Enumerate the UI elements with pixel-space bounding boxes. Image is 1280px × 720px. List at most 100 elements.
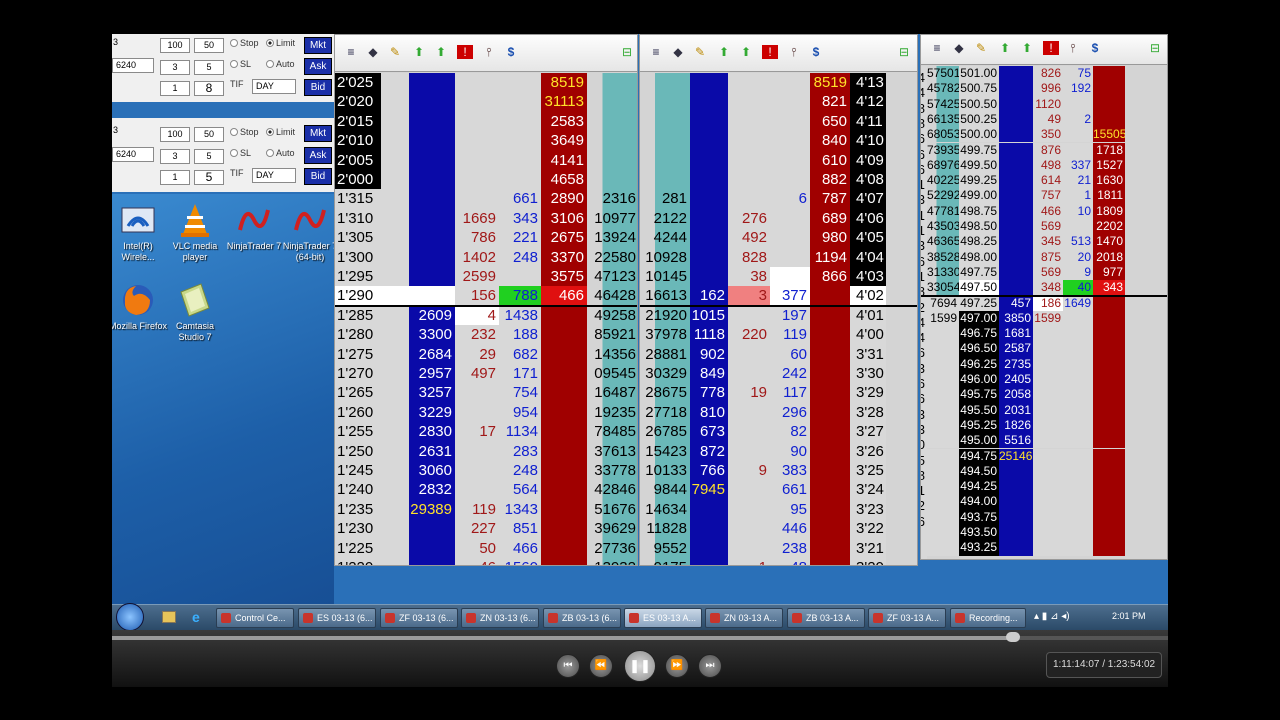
ask-size-cell[interactable]: [810, 519, 850, 539]
ask-size-cell[interactable]: [541, 499, 587, 520]
market-button[interactable]: Mkt: [304, 125, 332, 142]
sold-cell[interactable]: [455, 383, 499, 403]
bid-size-cell[interactable]: 766: [690, 461, 728, 481]
sold-cell[interactable]: 38: [728, 267, 770, 287]
sold-cell[interactable]: [1033, 341, 1063, 357]
taskbar-item[interactable]: Recording...: [950, 608, 1026, 628]
volume-cell[interactable]: 42846: [587, 480, 637, 500]
bid-size-cell[interactable]: [690, 189, 728, 209]
empty-cell[interactable]: [381, 247, 409, 267]
sold-cell[interactable]: [1033, 387, 1063, 403]
empty-cell[interactable]: [381, 286, 409, 306]
pen-icon[interactable]: ✎: [387, 45, 403, 59]
sold-cell[interactable]: [1033, 463, 1063, 480]
volume-cell[interactable]: 47123: [587, 267, 637, 287]
ask-size-cell[interactable]: [810, 364, 850, 384]
bought-cell[interactable]: 20: [1063, 249, 1093, 265]
sold-cell[interactable]: 348: [1033, 280, 1063, 296]
desktop-icon-firefox[interactable]: Mozilla Firefox: [112, 282, 168, 332]
ask-size-cell[interactable]: [1093, 387, 1125, 403]
sold-cell[interactable]: [1033, 372, 1063, 388]
bought-cell[interactable]: 1649: [1063, 295, 1093, 311]
quantity-field[interactable]: 8: [194, 81, 224, 96]
bid-size-cell[interactable]: [999, 479, 1033, 495]
ask-size-cell[interactable]: 787: [810, 189, 850, 209]
bid-size-cell[interactable]: [999, 81, 1033, 97]
empty-cell[interactable]: [381, 480, 409, 500]
bid-size-cell[interactable]: 2735: [999, 356, 1033, 372]
empty-cell[interactable]: [381, 92, 409, 112]
empty-cell[interactable]: [381, 461, 409, 481]
bought-cell[interactable]: 238: [770, 538, 810, 558]
ask-size-cell[interactable]: 1527: [1093, 157, 1125, 174]
bid-size-cell[interactable]: [409, 538, 455, 558]
bought-cell[interactable]: 117: [770, 383, 810, 403]
ask-size-cell[interactable]: 1811: [1093, 188, 1125, 204]
bought-cell[interactable]: [1063, 433, 1093, 449]
sold-cell[interactable]: [1033, 326, 1063, 342]
bought-cell[interactable]: 343: [499, 208, 541, 229]
bought-cell[interactable]: 248: [499, 461, 541, 481]
sold-cell[interactable]: [455, 111, 499, 132]
sold-cell[interactable]: 4: [455, 305, 499, 326]
sold-cell[interactable]: [728, 344, 770, 364]
sold-cell[interactable]: 119: [455, 499, 499, 520]
bought-cell[interactable]: 2: [1063, 111, 1093, 128]
bought-cell[interactable]: 1134: [499, 422, 541, 442]
bought-cell[interactable]: 446: [770, 519, 810, 539]
sold-cell[interactable]: [728, 441, 770, 461]
sold-cell[interactable]: [728, 499, 770, 520]
ask-size-cell[interactable]: [1093, 372, 1125, 388]
ask-size-cell[interactable]: 8519: [810, 73, 850, 93]
qty-preset-3[interactable]: 3: [160, 149, 190, 164]
pen-icon[interactable]: ✎: [692, 45, 708, 59]
bought-cell[interactable]: [499, 267, 541, 287]
bid-size-cell[interactable]: [409, 519, 455, 539]
volume-cell[interactable]: 2316: [587, 189, 637, 209]
bid-size-cell[interactable]: [409, 247, 455, 267]
bought-cell[interactable]: 95: [770, 499, 810, 520]
qty-preset-50[interactable]: 50: [194, 127, 224, 142]
sold-cell[interactable]: [728, 480, 770, 500]
qty-preset-100[interactable]: 100: [160, 38, 190, 53]
empty-cell[interactable]: [381, 538, 409, 558]
ask-size-cell[interactable]: 650: [810, 111, 850, 132]
empty-cell[interactable]: [381, 305, 409, 326]
sold-cell[interactable]: [1033, 433, 1063, 449]
bid-size-cell[interactable]: [690, 131, 728, 151]
volume-cell[interactable]: [587, 92, 637, 112]
bid-size-cell[interactable]: [999, 157, 1033, 174]
account-dropdown[interactable]: 6240: [112, 58, 154, 73]
ask-size-cell[interactable]: [810, 305, 850, 326]
bought-cell[interactable]: 754: [499, 383, 541, 403]
bought-cell[interactable]: 661: [770, 480, 810, 500]
bought-cell[interactable]: 75: [1063, 66, 1093, 82]
empty-cell[interactable]: [381, 131, 409, 151]
tools-icon[interactable]: ⫯: [1065, 41, 1081, 55]
ask-size-cell[interactable]: 4658: [541, 170, 587, 190]
sold-cell[interactable]: [1033, 494, 1063, 510]
bid-size-cell[interactable]: [409, 558, 455, 565]
sold-cell[interactable]: 497: [455, 364, 499, 384]
sold-cell[interactable]: 2599: [455, 267, 499, 287]
settings-icon[interactable]: ⊟: [896, 45, 912, 59]
bought-cell[interactable]: [1063, 540, 1093, 556]
ask-size-cell[interactable]: [810, 402, 850, 423]
ask-size-cell[interactable]: [1093, 310, 1125, 327]
sold-cell[interactable]: 220: [728, 325, 770, 345]
bid-size-cell[interactable]: 1826: [999, 417, 1033, 434]
bid-size-cell[interactable]: 902: [690, 344, 728, 364]
sold-cell[interactable]: 227: [455, 519, 499, 539]
empty-cell[interactable]: [381, 325, 409, 345]
bid-size-cell[interactable]: [999, 96, 1033, 112]
bid-size-cell[interactable]: 2405: [999, 372, 1033, 388]
bought-cell[interactable]: 377: [770, 286, 810, 306]
ask-size-cell[interactable]: [1093, 494, 1125, 510]
bought-cell[interactable]: 296: [770, 402, 810, 423]
bought-cell[interactable]: 1: [1063, 188, 1093, 204]
bid-size-cell[interactable]: 2031: [999, 402, 1033, 418]
bid-size-cell[interactable]: 673: [690, 422, 728, 442]
skip-back-icon[interactable]: ⏮: [556, 654, 580, 678]
bid-size-cell[interactable]: [409, 189, 455, 209]
volume-cell[interactable]: 39629: [587, 519, 637, 539]
